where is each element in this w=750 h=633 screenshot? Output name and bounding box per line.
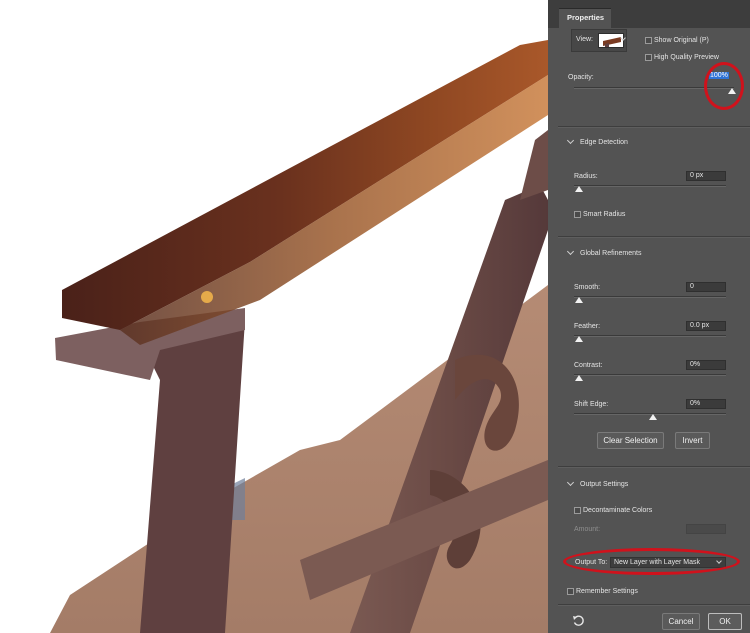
smart-radius-label: Smart Radius: [583, 211, 626, 218]
decontaminate-colors-checkbox[interactable]: [574, 507, 581, 514]
light-reflection: [201, 291, 213, 303]
feather-slider[interactable]: [574, 335, 726, 337]
contrast-label: Contrast:: [574, 362, 603, 369]
reset-icon[interactable]: [572, 614, 585, 627]
show-original-checkbox[interactable]: [645, 37, 652, 44]
amount-label: Amount:: [574, 526, 601, 533]
shift-edge-label: Shift Edge:: [574, 401, 609, 408]
remember-settings-label: Remember Settings: [576, 588, 638, 595]
feather-slider-thumb[interactable]: [575, 336, 583, 342]
view-label: View:: [576, 36, 593, 43]
contrast-field[interactable]: 0%: [686, 360, 726, 370]
shift-edge-slider-thumb[interactable]: [649, 414, 657, 420]
section-divider: [558, 236, 750, 238]
output-settings-title[interactable]: Output Settings: [580, 481, 628, 488]
smooth-label: Smooth:: [574, 284, 601, 291]
contrast-slider-thumb[interactable]: [575, 375, 583, 381]
cancel-button[interactable]: Cancel: [662, 613, 700, 630]
smooth-slider[interactable]: [574, 296, 726, 298]
high-quality-preview-label: High Quality Preview: [654, 54, 719, 61]
opacity-label: Opacity:: [568, 74, 594, 81]
section-divider: [558, 126, 750, 128]
decontaminate-colors-label: Decontaminate Colors: [583, 507, 653, 514]
section-divider: [558, 466, 750, 468]
shift-edge-field[interactable]: 0%: [686, 399, 726, 409]
output-to-highlight-ring: [563, 548, 740, 575]
opacity-highlight-ring: [704, 62, 744, 110]
radius-label: Radius:: [574, 173, 598, 180]
panel-tab-bar: Properties: [548, 0, 750, 28]
smooth-field[interactable]: 0: [686, 282, 726, 292]
radius-slider[interactable]: [574, 185, 726, 187]
radius-field[interactable]: 0 px: [686, 171, 726, 181]
clear-selection-button[interactable]: Clear Selection: [597, 432, 664, 449]
ok-button[interactable]: OK: [708, 613, 742, 630]
edge-detection-title[interactable]: Edge Detection: [580, 139, 628, 146]
invert-button[interactable]: Invert: [675, 432, 710, 449]
section-divider: [558, 604, 750, 606]
remember-settings-checkbox[interactable]: [567, 588, 574, 595]
view-thumbnail[interactable]: [598, 33, 624, 48]
smooth-slider-thumb[interactable]: [575, 297, 583, 303]
feather-label: Feather:: [574, 323, 601, 330]
show-original-label: Show Original (P): [654, 37, 709, 44]
amount-field: [686, 524, 726, 534]
high-quality-preview-checkbox[interactable]: [645, 54, 652, 61]
global-refinements-title[interactable]: Global Refinements: [580, 250, 641, 257]
feather-field[interactable]: 0.0 px: [686, 321, 726, 331]
post-top: [520, 130, 548, 200]
smart-radius-checkbox[interactable]: [574, 211, 581, 218]
contrast-slider[interactable]: [574, 374, 726, 376]
railing-photo: [50, 40, 548, 633]
tab-properties[interactable]: Properties: [559, 8, 611, 28]
radius-slider-thumb[interactable]: [575, 186, 583, 192]
image-canvas[interactable]: [0, 0, 548, 633]
